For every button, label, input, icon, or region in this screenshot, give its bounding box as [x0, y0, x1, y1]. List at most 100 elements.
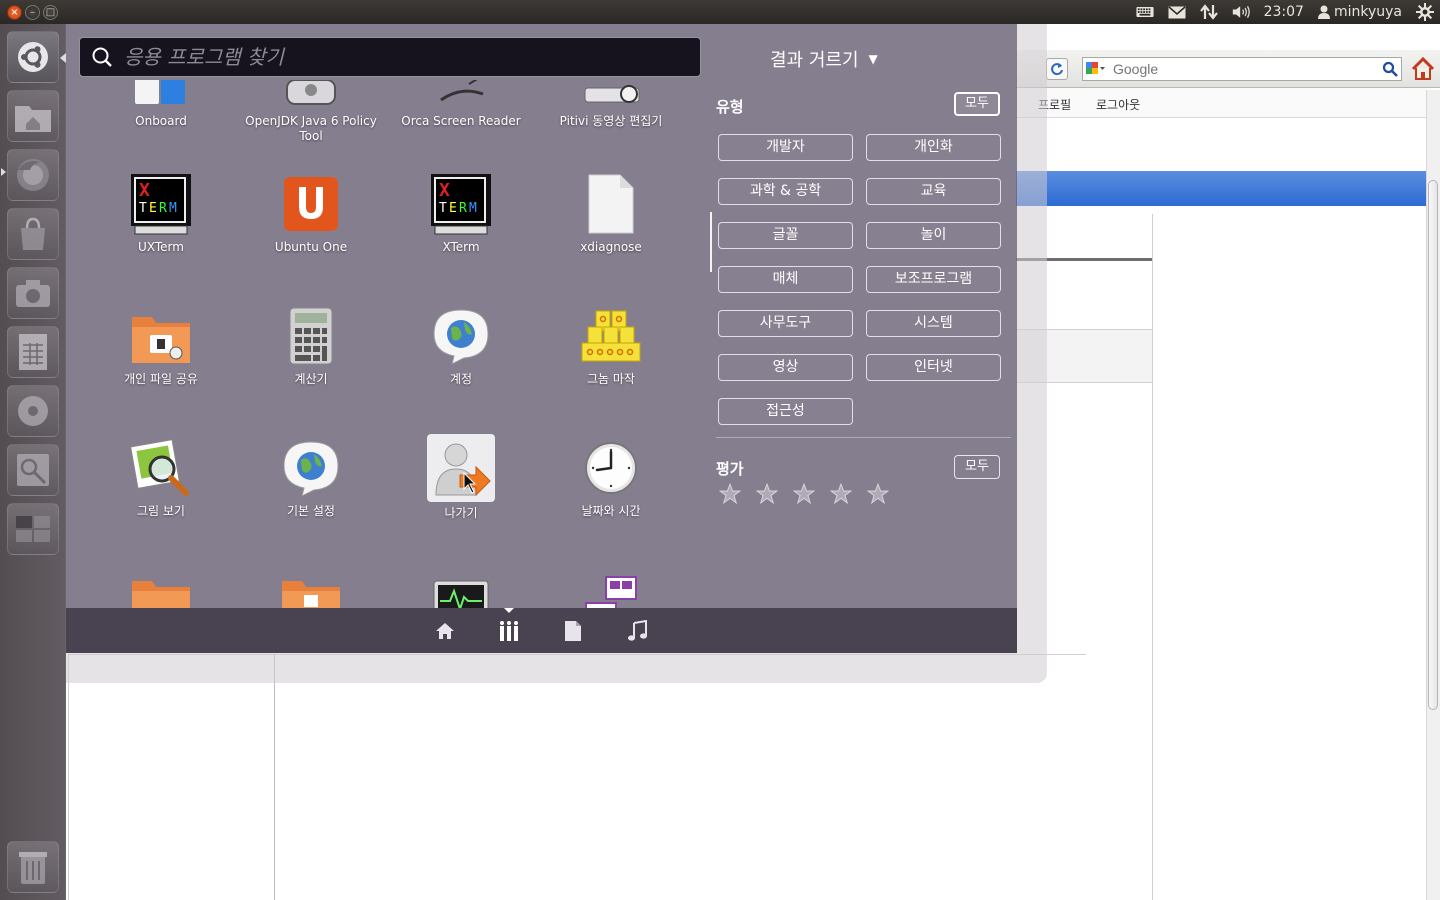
- app-xterm[interactable]: XTERM XTerm: [386, 172, 536, 255]
- launcher-item-disk[interactable]: [7, 385, 59, 437]
- filter-results-toggle[interactable]: 결과 거르기 ▼: [770, 46, 878, 72]
- logout-link[interactable]: 로그아웃: [1096, 96, 1140, 113]
- launcher-item-image[interactable]: [7, 444, 59, 496]
- browser-scroll-thumb[interactable]: [1428, 180, 1438, 710]
- category-games-button[interactable]: 놀이: [866, 222, 1001, 249]
- app-orca-screen-reader[interactable]: Orca Screen Reader: [386, 80, 536, 129]
- rating-filter-title: 평가: [716, 460, 744, 478]
- category-media-button[interactable]: 매체: [718, 266, 853, 293]
- star-icon[interactable]: [829, 482, 853, 506]
- keyboard-indicator-icon[interactable]: [1136, 5, 1154, 19]
- volume-indicator-icon[interactable]: [1232, 5, 1250, 19]
- active-lens-marker: [504, 608, 514, 613]
- launcher-dash-button[interactable]: [7, 31, 59, 83]
- star-icon[interactable]: [718, 482, 742, 506]
- app-display[interactable]: [536, 568, 686, 608]
- star-icon[interactable]: [866, 482, 890, 506]
- app-ubuntu-one[interactable]: Ubuntu One: [236, 172, 386, 255]
- launcher-item-trash[interactable]: [7, 841, 59, 893]
- web-search-icon[interactable]: [1379, 58, 1401, 80]
- star-icon[interactable]: [755, 482, 779, 506]
- svg-text:T: T: [139, 201, 147, 216]
- orca-icon: [429, 80, 493, 110]
- filter-divider: [716, 437, 1011, 438]
- app-system-monitor[interactable]: [386, 568, 536, 608]
- category-office-button[interactable]: 사무도구: [718, 310, 853, 337]
- page-border: [1152, 214, 1153, 900]
- category-developer-button[interactable]: 개발자: [718, 134, 853, 161]
- home-icon: [1411, 56, 1435, 80]
- app-mahjongg[interactable]: 그놈 마작: [536, 304, 686, 387]
- category-fonts-button[interactable]: 글꼴: [718, 222, 853, 249]
- category-personalization-button[interactable]: 개인화: [866, 134, 1001, 161]
- rating-all-button[interactable]: 모두: [954, 455, 1000, 479]
- launcher-item-spreadsheet[interactable]: [7, 326, 59, 378]
- home-button[interactable]: [1410, 56, 1436, 82]
- logout-icon: [427, 434, 495, 502]
- browser-scrollbar[interactable]: [1426, 90, 1440, 900]
- type-filter-title: 유형: [716, 98, 744, 116]
- category-science-button[interactable]: 과학 & 공학: [718, 178, 853, 205]
- app-label: OpenJDK Java 6 Policy Tool: [245, 114, 377, 143]
- reload-button[interactable]: [1046, 58, 1068, 80]
- app-folder-a[interactable]: [86, 568, 236, 608]
- launcher-item-firefox[interactable]: [7, 149, 59, 201]
- session-gear-icon[interactable]: [1416, 3, 1434, 21]
- app-logout[interactable]: 나가기: [386, 434, 536, 521]
- category-accessibility-button[interactable]: 접근성: [718, 398, 853, 425]
- category-system-button[interactable]: 시스템: [866, 310, 1001, 337]
- launcher-item-home-folder[interactable]: [7, 90, 59, 142]
- web-search-box[interactable]: [1082, 57, 1402, 81]
- launcher-item-software-center[interactable]: [7, 208, 59, 260]
- home-folder-icon: [15, 106, 51, 132]
- maximize-window-button[interactable]: □: [43, 4, 58, 20]
- display-icon: [579, 568, 643, 608]
- star-icon[interactable]: [792, 482, 816, 506]
- category-internet-button[interactable]: 인터넷: [866, 354, 1001, 381]
- app-accounts[interactable]: 계정: [386, 304, 536, 387]
- svg-text:R: R: [459, 201, 467, 216]
- type-all-button[interactable]: 모두: [954, 92, 1000, 116]
- app-java-policy-tool[interactable]: OpenJDK Java 6 Policy Tool: [236, 80, 386, 144]
- dash-search-icon: [80, 37, 124, 77]
- clock-icon: [579, 436, 643, 500]
- xterm-icon: XTERM: [129, 172, 193, 236]
- category-video-button[interactable]: 영상: [718, 354, 853, 381]
- dash-search-bar[interactable]: [79, 37, 701, 77]
- app-label: xdiagnose: [580, 240, 642, 254]
- app-uxterm[interactable]: XTERM UXTerm: [86, 172, 236, 255]
- network-indicator-icon[interactable]: [1199, 4, 1218, 20]
- app-image-viewer[interactable]: 그림 보기: [86, 436, 236, 519]
- clock[interactable]: 23:07: [1264, 4, 1304, 20]
- category-education-button[interactable]: 교육: [866, 178, 1001, 205]
- pitivi-icon: [579, 80, 643, 110]
- app-label: Ubuntu One: [274, 240, 348, 254]
- launcher-item-workspaces[interactable]: [7, 503, 59, 555]
- app-onboard[interactable]: Onboard: [86, 80, 236, 129]
- app-pitivi[interactable]: Pitivi 동영상 편집기: [536, 80, 686, 129]
- app-folder-b[interactable]: [236, 568, 386, 608]
- filter-scroll-indicator[interactable]: [710, 212, 712, 272]
- dash-search-input[interactable]: [124, 42, 700, 72]
- minimize-window-button[interactable]: –: [25, 4, 40, 20]
- app-calculator[interactable]: 계산기: [236, 304, 386, 387]
- music-lens-icon[interactable]: [625, 619, 649, 643]
- user-icon: [1317, 5, 1330, 19]
- site-header-band: [1016, 171, 1426, 206]
- app-preferences[interactable]: 기본 설정: [236, 436, 386, 519]
- launcher-item-camera[interactable]: [7, 267, 59, 319]
- app-date-time[interactable]: 날짜와 시간: [536, 436, 686, 519]
- google-engine-icon[interactable]: [1083, 58, 1109, 80]
- web-search-input[interactable]: [1109, 59, 1379, 79]
- dropdown-triangle-icon: ▼: [868, 52, 878, 66]
- close-window-button[interactable]: ×: [7, 4, 22, 20]
- category-accessories-button[interactable]: 보조프로그램: [866, 266, 1001, 293]
- app-xdiagnose[interactable]: xdiagnose: [536, 172, 686, 255]
- home-lens-icon[interactable]: [433, 619, 457, 643]
- mail-indicator-icon[interactable]: [1168, 5, 1186, 19]
- user-name: minkyuya: [1333, 4, 1402, 20]
- applications-lens-icon[interactable]: [497, 619, 521, 643]
- app-personal-file-sharing[interactable]: 개인 파일 공유: [86, 304, 236, 387]
- user-menu[interactable]: minkyuya: [1317, 4, 1402, 20]
- files-lens-icon[interactable]: [561, 619, 585, 643]
